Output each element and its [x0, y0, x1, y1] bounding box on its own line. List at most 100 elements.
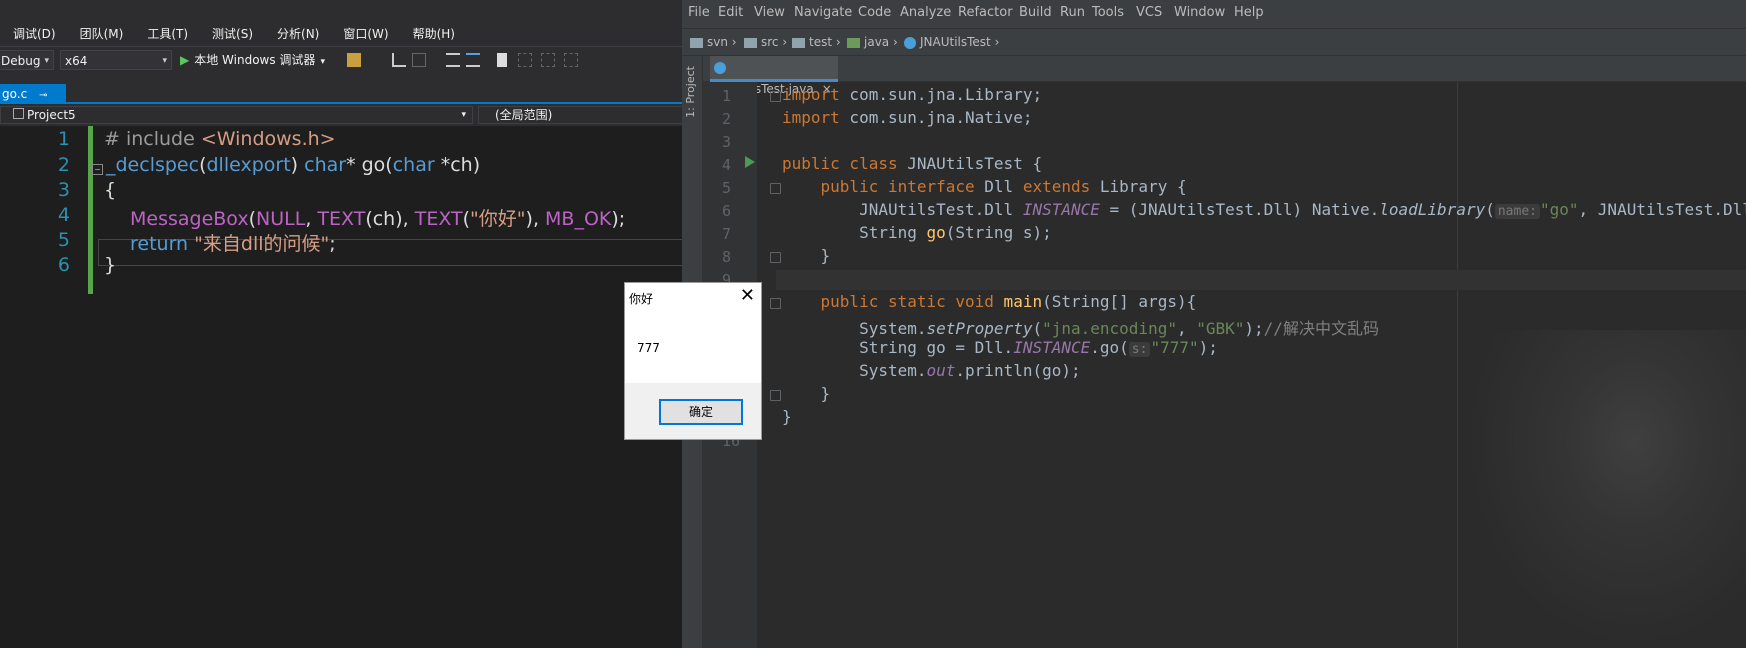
code-token: "777" — [1150, 338, 1199, 357]
changed-lines-marker — [88, 126, 93, 294]
breadcrumb-item-svn[interactable]: svn › — [690, 35, 737, 49]
bookmark-icon[interactable] — [497, 53, 507, 67]
vs-menu-team[interactable]: 团队(M) — [80, 25, 124, 42]
chevron-down-icon: ▾ — [44, 56, 49, 66]
ij-menu-help[interactable]: Help — [1234, 5, 1264, 20]
code-token: char — [304, 154, 347, 176]
fold-icon[interactable] — [770, 183, 781, 194]
breadcrumb-label: svn — [707, 35, 728, 49]
code-token: .go( — [1090, 338, 1129, 357]
code-token: "你好" — [470, 208, 526, 230]
breadcrumb-item-class[interactable]: JNAUtilsTest › — [904, 35, 999, 49]
line-number: 1 — [722, 87, 732, 105]
code-token: _declspec — [106, 154, 200, 176]
code-token: char — [392, 154, 435, 176]
code-token: Dll — [974, 177, 1023, 196]
background-image — [1466, 330, 1746, 648]
code-token: ( — [462, 208, 471, 230]
collapse-icon[interactable]: − — [92, 164, 103, 175]
code-token: ) — [290, 154, 305, 176]
project-scope-dropdown[interactable]: Project5 ▾ — [0, 106, 473, 124]
line-number: 7 — [722, 225, 732, 243]
line-number: 3 — [57, 179, 70, 201]
code-line: System.setProperty("jna.encoding", "GBK"… — [782, 315, 1379, 339]
vs-menu-test[interactable]: 测试(S) — [212, 25, 253, 42]
ij-menu-tools[interactable]: Tools — [1092, 5, 1124, 20]
code-token: setProperty — [926, 319, 1033, 338]
code-token: ); — [1244, 319, 1264, 338]
code-token: ; — [329, 233, 336, 255]
code-line: JNAUtilsTest.Dll INSTANCE = (JNAUtilsTes… — [782, 200, 1746, 219]
code-line: String go = Dll.INSTANCE.go(s: "777"); — [782, 338, 1218, 357]
code-token: (String[] args){ — [1042, 292, 1197, 311]
ij-menu-run[interactable]: Run — [1060, 5, 1085, 20]
code-token: ); — [611, 208, 626, 230]
code-line: _declspec(dllexport) char* go(char *ch) — [106, 154, 480, 176]
breadcrumb-item-test[interactable]: test › — [792, 35, 841, 49]
vs-menu-window[interactable]: 窗口(W) — [343, 25, 388, 42]
start-debug-button[interactable]: ▶ 本地 Windows 调试器 ▾ — [180, 50, 325, 72]
ij-menu-view[interactable]: View — [754, 5, 785, 20]
folder-icon — [847, 37, 860, 48]
global-scope-dropdown[interactable]: (全局范围) — [478, 106, 682, 124]
ij-menu-refactor[interactable]: Refactor — [958, 5, 1013, 20]
breadcrumb-item-java[interactable]: java › — [847, 35, 898, 49]
fold-icon[interactable] — [770, 390, 781, 401]
fold-icon[interactable] — [770, 298, 781, 309]
code-line: return "来自dll的问候"; — [130, 229, 336, 256]
project-panel-button[interactable]: 1: Project — [684, 66, 697, 118]
ij-menu-file[interactable]: File — [688, 5, 710, 20]
chevron-down-icon: ▾ — [162, 56, 167, 66]
align-disabled-icon[interactable] — [412, 53, 426, 67]
visual-studio-window: ​ 调试(D) 团队(M) 工具(T) 测试(S) 分析(N) 窗口(W) 帮助… — [0, 0, 682, 648]
chevron-down-icon: ▾ — [320, 57, 325, 67]
ij-menu-window[interactable]: Window — [1174, 5, 1225, 20]
close-icon[interactable]: ✕ — [740, 285, 755, 307]
line-number: 2 — [722, 110, 732, 128]
current-line-highlight — [776, 270, 1746, 290]
vs-menu-analyze[interactable]: 分析(N) — [277, 25, 319, 42]
prev-bookmark-icon[interactable] — [518, 53, 532, 67]
ij-menu-edit[interactable]: Edit — [718, 5, 743, 20]
fold-icon[interactable] — [770, 91, 781, 102]
gutter-separator — [1457, 82, 1458, 648]
ij-menubar: File Edit View Navigate Code Analyze Ref… — [682, 0, 1746, 28]
code-token: ), — [525, 208, 546, 230]
platform-dropdown[interactable]: x64 ▾ — [60, 50, 172, 70]
vs-tabstrip — [0, 76, 682, 104]
folder-icon[interactable] — [347, 53, 361, 67]
code-token: out — [926, 361, 956, 380]
code-token: public static void — [782, 292, 994, 311]
config-dropdown[interactable]: Debug ▾ — [0, 50, 54, 70]
indent-icon[interactable] — [446, 53, 460, 67]
code-token: return — [130, 233, 195, 255]
ij-menu-navigate[interactable]: Navigate — [794, 5, 852, 20]
ij-menu-vcs[interactable]: VCS — [1136, 5, 1162, 20]
outdent-icon[interactable] — [466, 53, 480, 67]
fold-icon[interactable] — [770, 252, 781, 263]
code-token: NULL — [256, 208, 306, 230]
vs-menu-tools[interactable]: 工具(T) — [147, 25, 188, 42]
class-icon — [904, 36, 916, 49]
breadcrumb-item-src[interactable]: src › — [744, 35, 787, 49]
ij-menu-analyze[interactable]: Analyze — [900, 5, 951, 20]
folder-icon — [792, 37, 805, 48]
ij-menu-build[interactable]: Build — [1019, 5, 1052, 20]
project-scope-value: Project5 — [27, 108, 76, 122]
tab-go-c[interactable]: go.c ⊸ ✕ — [0, 84, 66, 123]
code-token: ( — [199, 154, 207, 176]
code-token: TEXT — [414, 208, 463, 230]
line-number: 5 — [57, 229, 70, 251]
line-number: 6 — [722, 202, 732, 220]
align-icon[interactable] — [392, 53, 406, 67]
ij-menu-code[interactable]: Code — [858, 5, 891, 20]
pin-icon[interactable]: ⊸ — [39, 90, 47, 101]
vs-menu-debug[interactable]: 调试(D) — [13, 25, 56, 42]
vs-menu-help[interactable]: 帮助(H) — [413, 25, 455, 42]
next-bookmark-icon[interactable] — [541, 53, 555, 67]
ok-button[interactable]: 确定 — [659, 399, 743, 425]
tab-jnautilstest[interactable]: JNAUtilsTest.java × — [710, 56, 838, 96]
clear-bookmark-icon[interactable] — [564, 53, 578, 67]
line-number: 1 — [57, 128, 70, 150]
code-token: (String s); — [945, 223, 1052, 242]
